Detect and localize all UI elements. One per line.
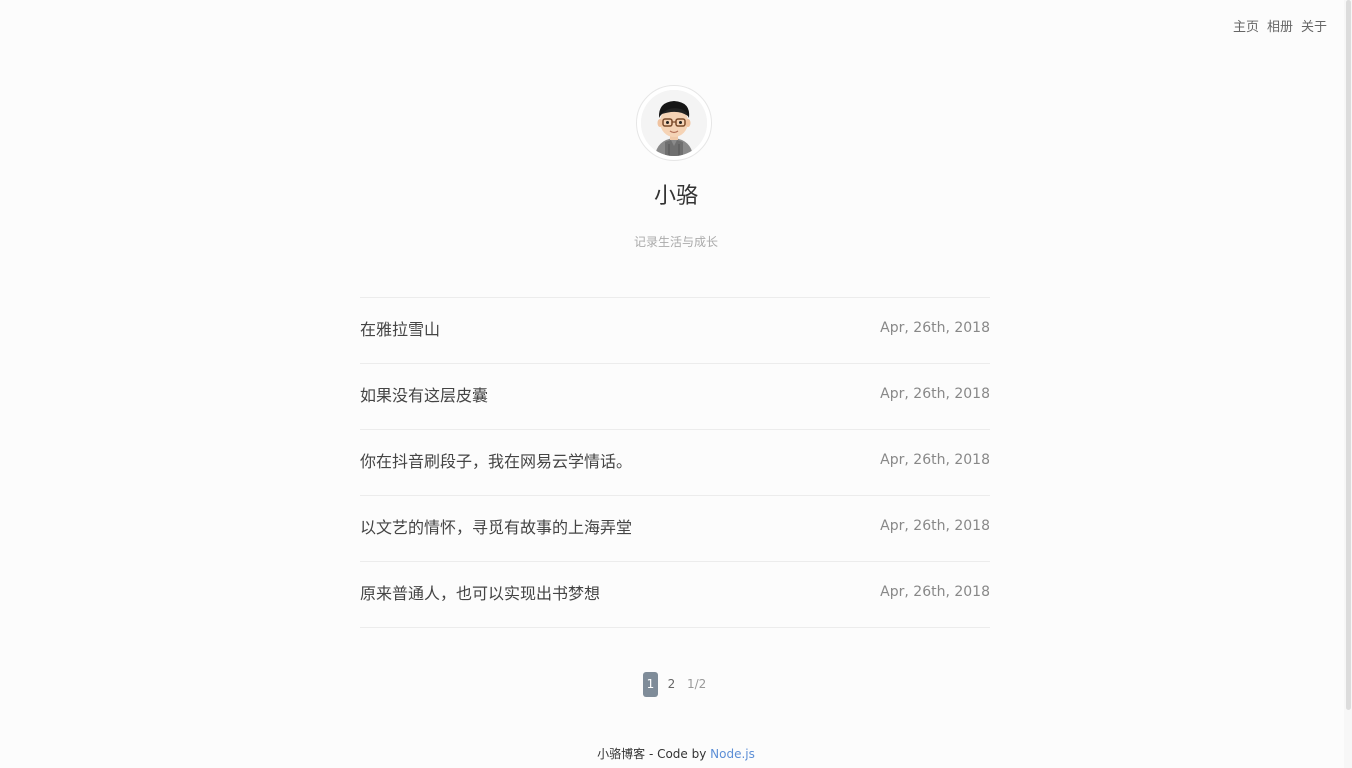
post-item[interactable]: 你在抖音刷段子，我在网易云学情话。 Apr, 26th, 2018 [360, 430, 990, 496]
site-subtitle: 记录生活与成长 [633, 235, 718, 249]
post-date: Apr, 26th, 2018 [880, 518, 990, 534]
post-item[interactable]: 原来普通人，也可以实现出书梦想 Apr, 26th, 2018 [360, 562, 990, 628]
post-date: Apr, 26th, 2018 [880, 584, 990, 600]
post-title[interactable]: 原来普通人，也可以实现出书梦想 [360, 583, 600, 605]
post-title[interactable]: 以文艺的情怀，寻觅有故事的上海弄堂 [360, 517, 632, 539]
nav-album[interactable]: 相册 [1267, 20, 1293, 36]
top-nav: 主页 相册 关于 [1233, 20, 1327, 36]
nav-home[interactable]: 主页 [1233, 20, 1259, 36]
post-list: 在雅拉雪山 Apr, 26th, 2018 如果没有这层皮囊 Apr, 26th… [360, 297, 990, 628]
avatar[interactable] [636, 85, 712, 161]
post-date: Apr, 26th, 2018 [880, 320, 990, 336]
footer: 小骆博客 - Code by Node.js [0, 745, 1352, 763]
page: 主页 相册 关于 小骆 记录生活与成长 在雅拉雪山 Apr, 26th, 201… [0, 0, 1352, 768]
footer-text: 小骆博客 - Code by [597, 747, 711, 761]
scrollbar-thumb[interactable] [1346, 0, 1351, 710]
nav-about[interactable]: 关于 [1301, 20, 1327, 36]
post-title[interactable]: 如果没有这层皮囊 [360, 385, 488, 407]
footer-nodejs-link[interactable]: Node.js [710, 747, 755, 761]
page-info: 1/2 [687, 677, 707, 691]
scrollbar[interactable] [1344, 0, 1352, 768]
cartoon-avatar-icon [641, 90, 707, 156]
post-title[interactable]: 在雅拉雪山 [360, 319, 440, 341]
avatar-image [641, 90, 707, 156]
page-button-1[interactable]: 1 [643, 672, 658, 697]
page-button-2[interactable]: 2 [664, 672, 679, 697]
post-title[interactable]: 你在抖音刷段子，我在网易云学情话。 [360, 451, 632, 473]
site-title: 小骆 [653, 184, 698, 209]
post-date: Apr, 26th, 2018 [880, 386, 990, 402]
pagination: 1 2 1/2 [643, 672, 706, 697]
post-item[interactable]: 以文艺的情怀，寻觅有故事的上海弄堂 Apr, 26th, 2018 [360, 496, 990, 562]
post-date: Apr, 26th, 2018 [880, 452, 990, 468]
post-item[interactable]: 在雅拉雪山 Apr, 26th, 2018 [360, 298, 990, 364]
post-item[interactable]: 如果没有这层皮囊 Apr, 26th, 2018 [360, 364, 990, 430]
